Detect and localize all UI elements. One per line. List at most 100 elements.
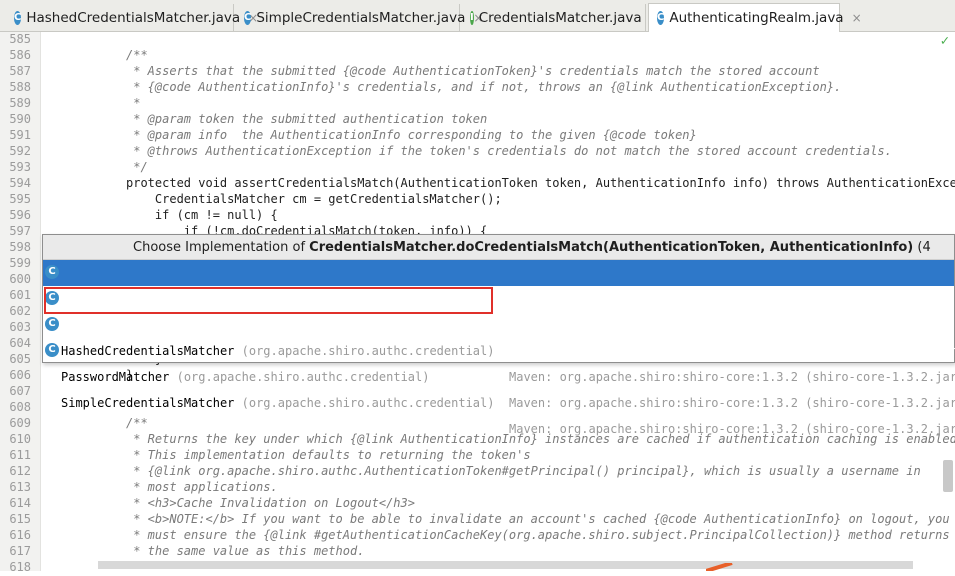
- line-number: 595: [9, 192, 31, 206]
- implementation-maven-source: Maven: org.apache.shiro:shiro-core:1.3.2…: [509, 370, 955, 384]
- implementation-item-allowall[interactable]: C AllowAllCredentialsMatcher (org.apache…: [43, 260, 955, 358]
- line-number: 612: [9, 464, 31, 478]
- code-line[interactable]: 596 if (cm != null) {: [0, 208, 955, 224]
- code-text: * <h3>Cache Invalidation on Logout</h3>: [126, 496, 415, 510]
- code-text: *: [126, 96, 141, 110]
- close-icon[interactable]: ×: [852, 11, 862, 25]
- tab-label: HashedCredentialsMatcher.java: [26, 9, 241, 26]
- tab-label: SimpleCredentialsMatcher.java: [256, 9, 466, 26]
- tab-credentials-matcher[interactable]: I CredentialsMatcher.java ×: [462, 4, 660, 31]
- line-number: 617: [9, 544, 31, 558]
- code-text: * the same value as this method.: [126, 544, 365, 558]
- implementation-package: (org.apache.shiro.authc.credential): [234, 396, 495, 410]
- implementation-maven-source: Maven: org.apache.shiro:shiro-core:1.3.2…: [509, 422, 955, 436]
- class-icon: C: [244, 10, 252, 25]
- line-number: 609: [9, 416, 31, 430]
- line-number: 615: [9, 512, 31, 526]
- code-line[interactable]: 591 * @param info the AuthenticationInfo…: [0, 128, 955, 144]
- code-line[interactable]: 612 * {@link org.apache.shiro.authc.Auth…: [0, 464, 955, 480]
- popup-title-prefix: Choose Implementation of: [133, 240, 310, 255]
- code-text: * @param token the submitted authenticat…: [126, 112, 488, 126]
- code-line[interactable]: 611 * This implementation defaults to re…: [0, 448, 955, 464]
- line-number: 605: [9, 352, 31, 366]
- line-number: 594: [9, 176, 31, 190]
- line-number: 613: [9, 480, 31, 494]
- code-text: if (cm != null) {: [126, 208, 278, 222]
- interface-icon: I: [470, 10, 474, 25]
- implementation-class-name: PasswordMatcher: [61, 370, 170, 384]
- code-text: * @throws AuthenticationException if the…: [126, 144, 892, 158]
- tab-label: AuthenticatingRealm.java: [669, 10, 844, 26]
- line-number: 611: [9, 448, 31, 462]
- class-icon: C: [45, 343, 59, 357]
- code-text: */: [126, 160, 148, 174]
- code-text: protected void assertCredentialsMatch(Au…: [126, 176, 955, 190]
- code-text: * {@link org.apache.shiro.authc.Authenti…: [126, 464, 921, 478]
- code-line[interactable]: 592 * @throws AuthenticationException if…: [0, 144, 955, 160]
- code-line[interactable]: 590 * @param token the submitted authent…: [0, 112, 955, 128]
- line-number: 597: [9, 224, 31, 238]
- line-number: 614: [9, 496, 31, 510]
- tab-simple-credentials-matcher[interactable]: C SimpleCredentialsMatcher.java ×: [236, 4, 483, 31]
- code-line[interactable]: 614 * <h3>Cache Invalidation on Logout</…: [0, 496, 955, 512]
- code-line[interactable]: 587 * Asserts that the submitted {@code …: [0, 64, 955, 80]
- code-line[interactable]: 617 * the same value as this method.: [0, 544, 955, 560]
- line-number: 607: [9, 384, 31, 398]
- code-text: * most applications.: [126, 480, 278, 494]
- line-number: 596: [9, 208, 31, 222]
- popup-title: Choose Implementation of CredentialsMatc…: [43, 235, 954, 280]
- line-number: 599: [9, 256, 31, 270]
- code-text: * {@code AuthenticationInfo}'s credentia…: [126, 80, 842, 94]
- code-line[interactable]: 588 * {@code AuthenticationInfo}'s crede…: [0, 80, 955, 96]
- horizontal-scrollbar[interactable]: [98, 561, 913, 569]
- implementation-item-simple[interactable]: C SimpleCredentialsMatcher (org.apache.s…: [43, 338, 955, 436]
- code-text: /**: [126, 48, 148, 62]
- class-icon: C: [45, 265, 59, 279]
- code-text: * must ensure the {@link #getAuthenticat…: [126, 528, 950, 542]
- class-icon: C: [657, 11, 665, 25]
- code-line[interactable]: 589 *: [0, 96, 955, 112]
- line-number: 600: [9, 272, 31, 286]
- code-line[interactable]: 613 * most applications.: [0, 480, 955, 496]
- code-text: * Asserts that the submitted {@code Auth…: [126, 64, 820, 78]
- line-number: 587: [9, 64, 31, 78]
- tab-label: CredentialsMatcher.java: [478, 9, 642, 26]
- code-text: * This implementation defaults to return…: [126, 448, 531, 462]
- tab-authenticating-realm[interactable]: C AuthenticatingRealm.java ×: [648, 3, 862, 32]
- code-line[interactable]: 586 /**: [0, 48, 955, 64]
- line-number: 602: [9, 304, 31, 318]
- implementation-item-password[interactable]: C PasswordMatcher (org.apache.shiro.auth…: [43, 312, 955, 410]
- class-icon: C: [14, 10, 22, 25]
- line-number: 610: [9, 432, 31, 446]
- implementation-package: (org.apache.shiro.authc.credential): [169, 370, 430, 384]
- code-line[interactable]: 593 */: [0, 160, 955, 176]
- line-number: 606: [9, 368, 31, 382]
- code-line[interactable]: 585: [0, 32, 955, 48]
- tab-hashed-credentials-matcher[interactable]: C HashedCredentialsMatcher.java ×: [6, 4, 258, 31]
- line-number: 593: [9, 160, 31, 174]
- line-number: 603: [9, 320, 31, 334]
- code-text: CredentialsMatcher cm = getCredentialsMa…: [126, 192, 502, 206]
- code-text: * <b>NOTE:</b> If you want to be able to…: [126, 512, 950, 526]
- line-number: 586: [9, 48, 31, 62]
- line-number: 589: [9, 96, 31, 110]
- vertical-scrollbar[interactable]: [943, 460, 953, 492]
- implementation-class-name: SimpleCredentialsMatcher: [61, 396, 235, 410]
- line-number: 604: [9, 336, 31, 350]
- line-number: 591: [9, 128, 31, 142]
- code-line[interactable]: 615 * <b>NOTE:</b> If you want to be abl…: [0, 512, 955, 528]
- line-number: 616: [9, 528, 31, 542]
- editor-tab-bar: C HashedCredentialsMatcher.java × C Simp…: [0, 0, 955, 32]
- line-number: 585: [9, 32, 31, 46]
- line-number: 588: [9, 80, 31, 94]
- arrow-annotation-icon: [706, 563, 733, 571]
- popup-title-method: CredentialsMatcher.doCredentialsMatch(Au…: [309, 240, 914, 255]
- code-line[interactable]: 616 * must ensure the {@link #getAuthent…: [0, 528, 955, 544]
- highlight-box: [44, 287, 493, 314]
- line-number: 598: [9, 240, 31, 254]
- code-line[interactable]: 595 CredentialsMatcher cm = getCredentia…: [0, 192, 955, 208]
- implementation-maven-source: Maven: org.apache.shiro:shiro-core:1.3.2…: [509, 396, 955, 410]
- code-line[interactable]: 594 protected void assertCredentialsMatch…: [0, 176, 955, 192]
- line-number: 608: [9, 400, 31, 414]
- line-number: 592: [9, 144, 31, 158]
